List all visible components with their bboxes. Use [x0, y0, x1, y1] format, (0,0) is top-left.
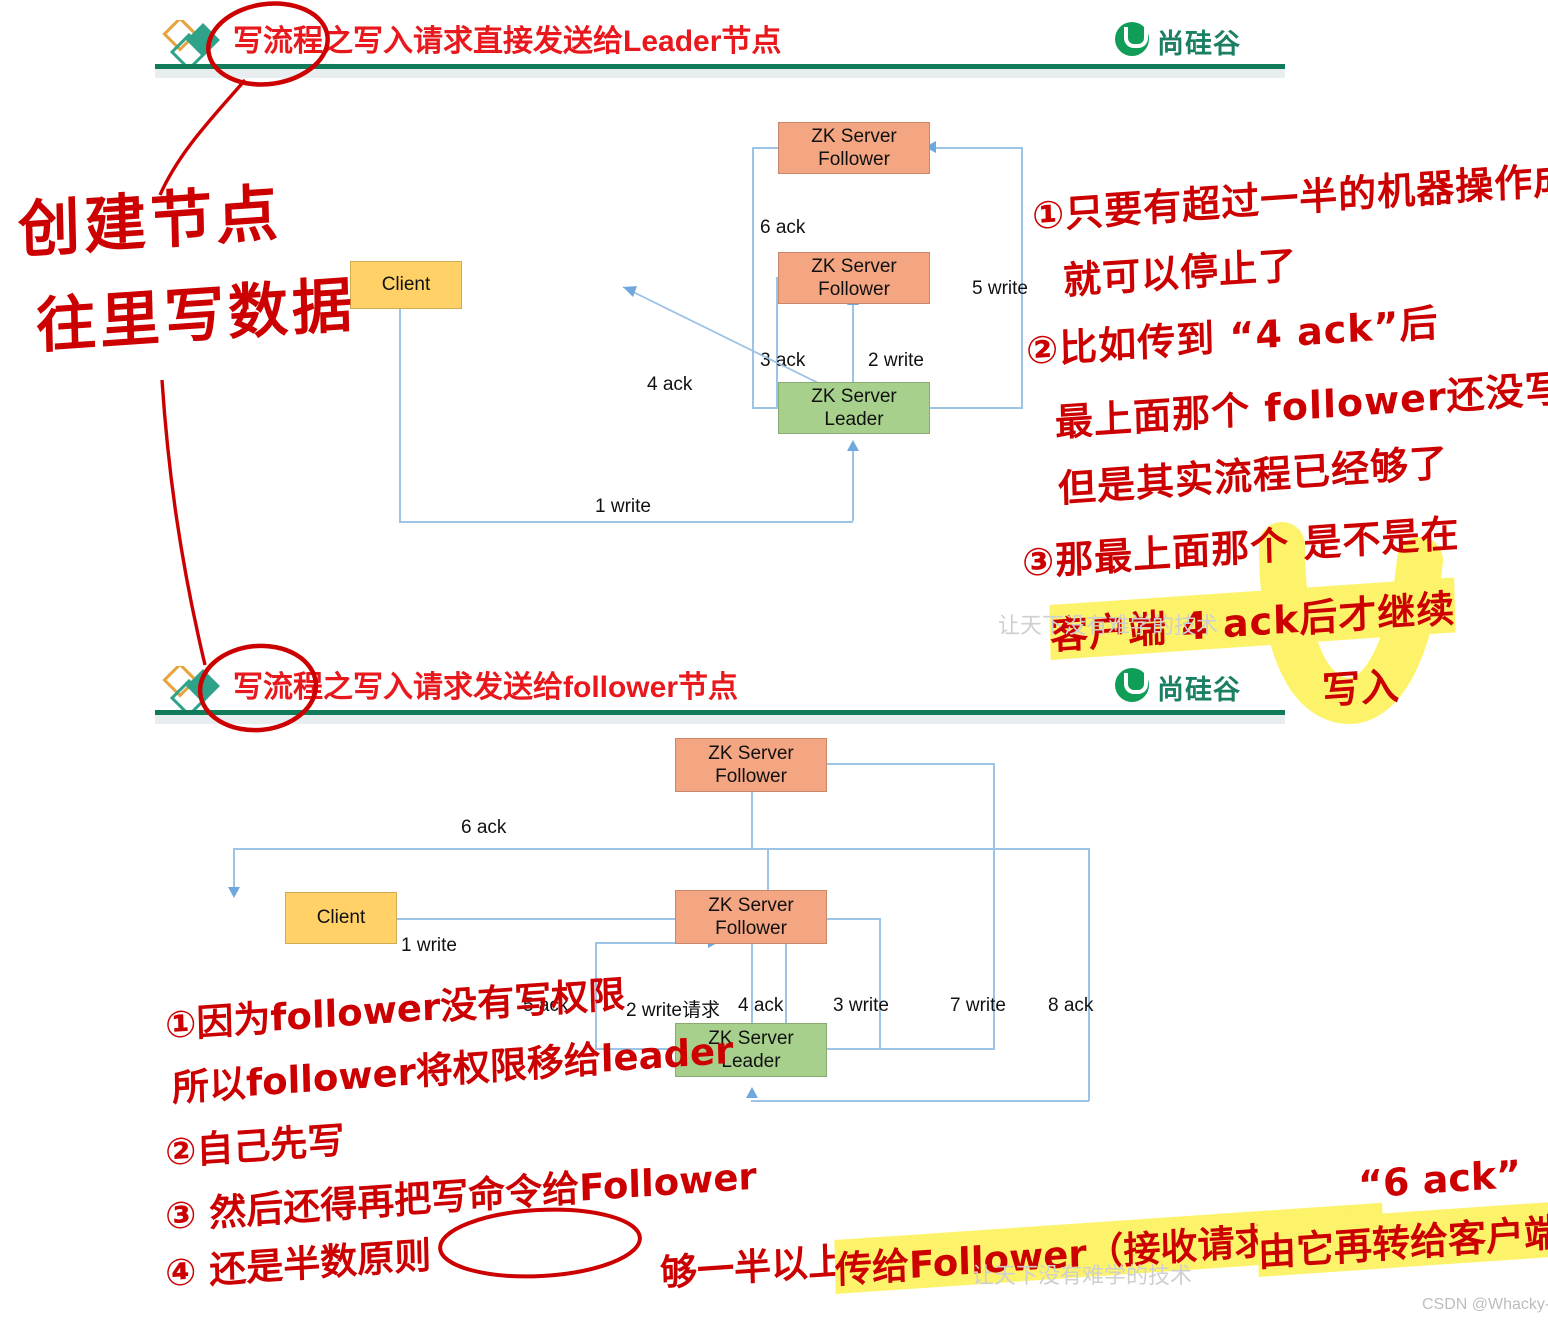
slide-2: 写流程之写入请求发送给follower节点 尚硅谷 1 write 2 writ…	[155, 658, 1285, 1102]
edge-6-ack-label: 6 ack	[461, 817, 507, 838]
node-label-line1: ZK Server	[811, 255, 897, 277]
edge-6-ack-seg-h	[233, 848, 768, 850]
edge-8-ack-seg-h1	[751, 848, 1090, 850]
edge-1-write-seg-h	[399, 521, 853, 523]
watermark-slogan-bottom: 让天下没有难学的技术	[972, 1264, 1193, 1289]
node-zk-server-leader[interactable]: ZK Server Leader	[778, 382, 930, 434]
edge-2-write-label: 2 write请求	[626, 1000, 720, 1021]
node-zk-server-follower-mid[interactable]: ZK Server Follower	[675, 890, 827, 944]
edge-8-ack-arrowhead	[746, 1087, 758, 1098]
node-label-line2: Follower	[818, 149, 890, 170]
shangguigu-u-icon	[1115, 22, 1149, 56]
annotation-right-top-line-8: 写入	[1321, 663, 1401, 713]
slide-1-brand-logo: 尚硅谷	[1115, 18, 1265, 62]
edge-5-write-label: 5 write	[972, 278, 1028, 299]
slide-2-brand-logo: 尚硅谷	[1115, 664, 1265, 708]
slide-2-title: 写流程之写入请求发送给follower节点	[233, 671, 739, 704]
edge-6-ack-seg-v2	[233, 848, 235, 890]
watermark-slogan-top: 让天下没有难学的技术	[998, 614, 1219, 639]
edge-5-write-seg-h1	[928, 407, 1023, 409]
edge-6-ack-seg-h1	[752, 147, 779, 149]
edge-2-write-label: 2 write	[868, 350, 924, 371]
edge-5-write-seg-h2	[936, 147, 1022, 149]
edge-1-write-seg-v1	[399, 309, 401, 522]
edge-8-ack-seg-h2	[751, 1100, 1089, 1102]
node-label-line2: Follower	[818, 279, 890, 300]
edge-7-write-seg-h2	[805, 763, 995, 765]
edge-7-write-label: 7 write	[950, 995, 1006, 1016]
edge-8-ack-seg-v1	[751, 791, 753, 848]
slide-2-header: 写流程之写入请求发送给follower节点 尚硅谷	[155, 658, 1285, 724]
edge-6-ack-seg-v	[752, 147, 754, 409]
edge-1-write-label: 1 write	[595, 496, 651, 517]
edge-1-write-arrowhead	[847, 440, 859, 451]
node-label-line1: Client	[381, 274, 431, 296]
edge-3-write-seg-v	[879, 918, 881, 1049]
node-label-line2: Follower	[715, 918, 787, 939]
edge-1-write-label: 1 write	[401, 935, 457, 956]
annotation-left-top-line-1: 创建节点	[17, 176, 283, 267]
node-label-line1: Client	[316, 907, 366, 929]
node-zk-server-follower-mid[interactable]: ZK Server Follower	[778, 252, 930, 304]
node-client[interactable]: Client	[350, 261, 462, 309]
node-label-line1: ZK Server	[708, 894, 794, 916]
edge-1-write-seg-v2	[852, 449, 854, 521]
edge-1-write-seg	[397, 918, 717, 920]
node-zk-server-follower-top[interactable]: ZK Server Follower	[675, 738, 827, 792]
shangguigu-u-icon	[1115, 668, 1149, 702]
edge-3-write-label: 3 write	[833, 995, 889, 1016]
brand-name: 尚硅谷	[1157, 29, 1241, 60]
slide-1: 写流程之写入请求直接发送给Leader节点 尚硅谷 1 write 2 writ…	[155, 12, 1285, 523]
annotation-bottom-right-line-1: “6 ack”	[1357, 1151, 1522, 1207]
edge-8-ack-label: 8 ack	[1048, 995, 1094, 1016]
slide-1-title: 写流程之写入请求直接发送给Leader节点	[233, 25, 782, 58]
brand-name: 尚硅谷	[1157, 675, 1241, 706]
csdn-credit: CSDN @Whacky-u	[1422, 1296, 1548, 1313]
diamond-logo-icon	[162, 20, 220, 70]
edge-6-ack-label: 6 ack	[760, 217, 806, 238]
node-label-line2: Leader	[824, 409, 884, 430]
node-label-line1: ZK Server	[811, 125, 897, 147]
edge-4-ack-label: 4 ack	[738, 995, 784, 1016]
edge-6-ack-seg-v1	[767, 848, 769, 892]
node-zk-server-follower-top[interactable]: ZK Server Follower	[778, 122, 930, 174]
edge-6-ack-arrowhead	[228, 887, 240, 898]
diamond-logo-icon	[162, 666, 220, 716]
edge-8-ack-seg-v2	[1088, 848, 1090, 1101]
slide-1-header: 写流程之写入请求直接发送给Leader节点 尚硅谷	[155, 12, 1285, 78]
edge-3-ack-label: 3 ack	[760, 350, 806, 371]
node-client[interactable]: Client	[285, 892, 397, 944]
node-label-line1: ZK Server	[811, 385, 897, 407]
node-label-line1: ZK Server	[708, 742, 794, 764]
edge-4-ack-label: 4 ack	[647, 374, 693, 395]
node-label-line2: Follower	[715, 766, 787, 787]
